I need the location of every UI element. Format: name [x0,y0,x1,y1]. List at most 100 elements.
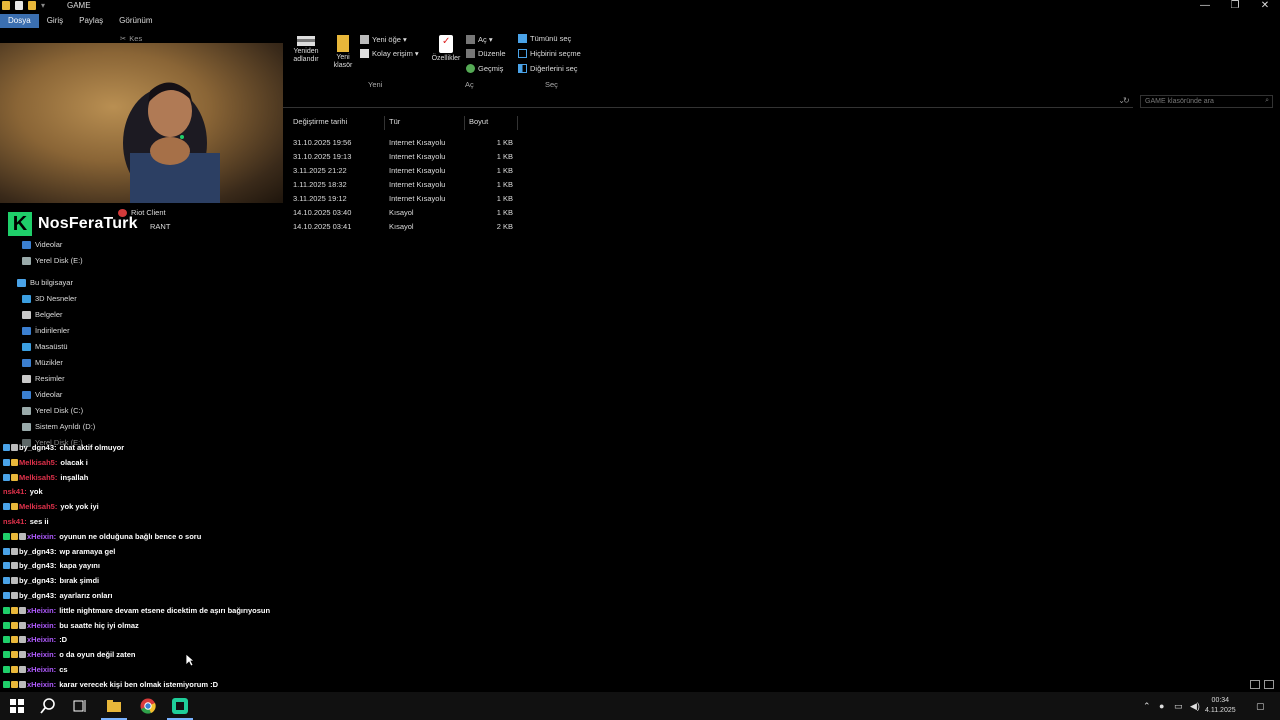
file-row[interactable]: 14.10.2025 03:41 Kısayol 2 KB [289,220,529,233]
file-row[interactable]: 31.10.2025 19:13 Internet Kısayolu 1 KB [289,150,529,163]
window-title: GAME [67,1,91,10]
chat-username: Melkisah5: [19,502,58,512]
chat-badge-icon [3,562,10,570]
chat-message: xHeixin: karar verecek kişi ben olmak ist… [3,680,218,689]
network-icon[interactable]: ▭ [1174,701,1183,712]
close-button[interactable]: ✕ [1250,0,1280,11]
minimize-button[interactable]: — [1190,0,1220,11]
chat-badge-icon [19,621,26,629]
chrome-icon[interactable] [139,697,157,715]
microphone-icon[interactable]: ● [1159,701,1164,711]
chat-username: by_dgn43: [19,546,57,556]
notification-icon[interactable]: ▢ [1256,701,1265,712]
nav-item-local-disk-e[interactable]: Yerel Disk (E:) [22,256,83,265]
properties-icon[interactable] [15,1,23,10]
chat-badge-icon [19,651,26,659]
new-folder-icon[interactable] [28,1,36,10]
nav-item-3d-objects[interactable]: 3D Nesneler [22,294,77,303]
column-header-size[interactable]: Boyut [465,116,518,130]
nav-item-videos-2[interactable]: Videolar [22,390,62,399]
file-row[interactable]: 1.11.2025 18:32 Internet Kısayolu 1 KB [289,178,529,191]
nav-item-videos[interactable]: Videolar [22,240,62,249]
chat-badge-icon [11,444,18,451]
nav-item-riot-client[interactable]: Riot Client [118,208,166,217]
nav-item-system-reserved-d[interactable]: Sistem Ayrıldı (D:) [22,422,95,431]
folder-icon [2,1,10,10]
chat-badge-icon [11,651,18,659]
cut-button[interactable]: ✂ Kes [120,34,142,43]
restore-button[interactable]: ❐ [1220,0,1250,11]
taskbar: ⌃ ● ▭ ◀) 00:34 4.11.2025 ▢ [0,692,1280,720]
select-all-button[interactable]: Tümünü seç [518,34,571,43]
refresh-icon[interactable]: ↻ [1123,96,1130,105]
chat-username: Melkisah5: [19,472,58,482]
chat-username: by_dgn43: [19,561,57,571]
edit-button[interactable]: Düzenle [466,49,506,58]
chat-message: by_dgn43: chat aktif olmuyor [3,443,124,452]
view-mode-buttons [1250,680,1274,689]
task-view-icon[interactable] [71,697,89,715]
documents-icon [22,310,31,319]
nav-item-downloads[interactable]: İndirilenler [22,326,70,335]
chat-text: o da oyun değil zaten [59,650,136,660]
rename-button[interactable]: Yeniden adlandır [287,36,325,64]
chat-badge-icon [3,680,10,688]
chat-username: xHeixin: [27,635,57,645]
address-bar[interactable]: ⌄ [283,95,1133,108]
details-view-icon[interactable] [1250,680,1260,689]
chat-message: xHeixin: o da oyun değil zaten [3,650,135,659]
chat-badge-icon [3,577,10,585]
nav-item-valorant[interactable]: RANT [150,222,170,231]
new-item-button[interactable]: Yeni öğe ▾ [360,35,407,44]
tab-share[interactable]: Paylaş [71,14,111,28]
chat-badge-icon [3,444,10,451]
invert-selection-button[interactable]: Diğerlerini seç [518,64,578,73]
nav-item-desktop[interactable]: Masaüstü [22,342,68,351]
history-button[interactable]: Geçmiş [466,64,503,73]
nav-item-music[interactable]: Müzikler [22,358,63,367]
properties-button[interactable]: ✓ Özellikler [429,35,463,63]
column-header-type[interactable]: Tür [385,116,465,130]
chevron-up-icon[interactable]: ⌃ [1143,701,1151,712]
file-explorer-icon[interactable] [105,697,123,715]
clock[interactable]: 00:34 4.11.2025 [1205,696,1236,716]
file-row[interactable]: 3.11.2025 19:12 Internet Kısayolu 1 KB [289,192,529,205]
tab-view[interactable]: Görünüm [111,14,160,28]
chat-message: by_dgn43: bırak şimdi [3,576,99,585]
chevron-down-icon[interactable]: ▾ [41,1,45,10]
chat-badge-icon [3,547,10,555]
search-input[interactable]: GAME klasöründe ara ⌕ [1140,95,1273,108]
chat-badge-icon [11,473,18,481]
chat-message: xHeixin::D [3,635,67,644]
file-row[interactable]: 14.10.2025 03:40 Kısayol 1 KB [289,206,529,219]
chat-badge-icon [3,651,10,659]
chat-message: by_dgn43: ayarlarız onları [3,591,112,600]
column-header-date[interactable]: Değiştirme tarihi [289,116,385,130]
new-folder-button[interactable]: Yeni klasör [330,35,356,70]
start-icon[interactable] [8,697,26,715]
chat-text: bırak şimdi [59,576,100,586]
address-row: ⌄ ↻ GAME klasöründe ara ⌕ [283,95,1280,108]
open-button[interactable]: Aç ▾ [466,35,493,44]
chat-badge-icon [3,532,10,540]
file-row[interactable]: 3.11.2025 21:22 Internet Kısayolu 1 KB [289,164,529,177]
tab-file[interactable]: Dosya [0,14,39,28]
nav-item-this-pc[interactable]: Bu bilgisayar [17,278,73,287]
nav-item-local-disk-c[interactable]: Yerel Disk (C:) [22,406,83,415]
file-row[interactable]: 31.10.2025 19:56 Internet Kısayolu 1 KB [289,136,529,149]
nav-item-pictures[interactable]: Resimler [22,374,65,383]
chat-username: Melkisah5: [19,457,58,467]
group-select-label: Seç [545,80,558,89]
chat-badge-icon [11,547,18,555]
volume-icon[interactable]: ◀) [1190,701,1200,712]
easy-access-button[interactable]: Kolay erişim ▾ [360,49,419,58]
select-none-button[interactable]: Hiçbirini seçme [518,49,581,58]
downloads-icon [22,326,31,335]
large-icons-view-icon[interactable] [1264,680,1274,689]
kick-logo: K [8,212,32,236]
nav-item-documents[interactable]: Belgeler [22,310,63,319]
ribbon-tabs: Dosya Giriş Paylaş Görünüm [0,14,161,28]
search-icon[interactable] [39,697,57,715]
app-icon[interactable] [171,697,189,715]
tab-home[interactable]: Giriş [39,14,71,28]
